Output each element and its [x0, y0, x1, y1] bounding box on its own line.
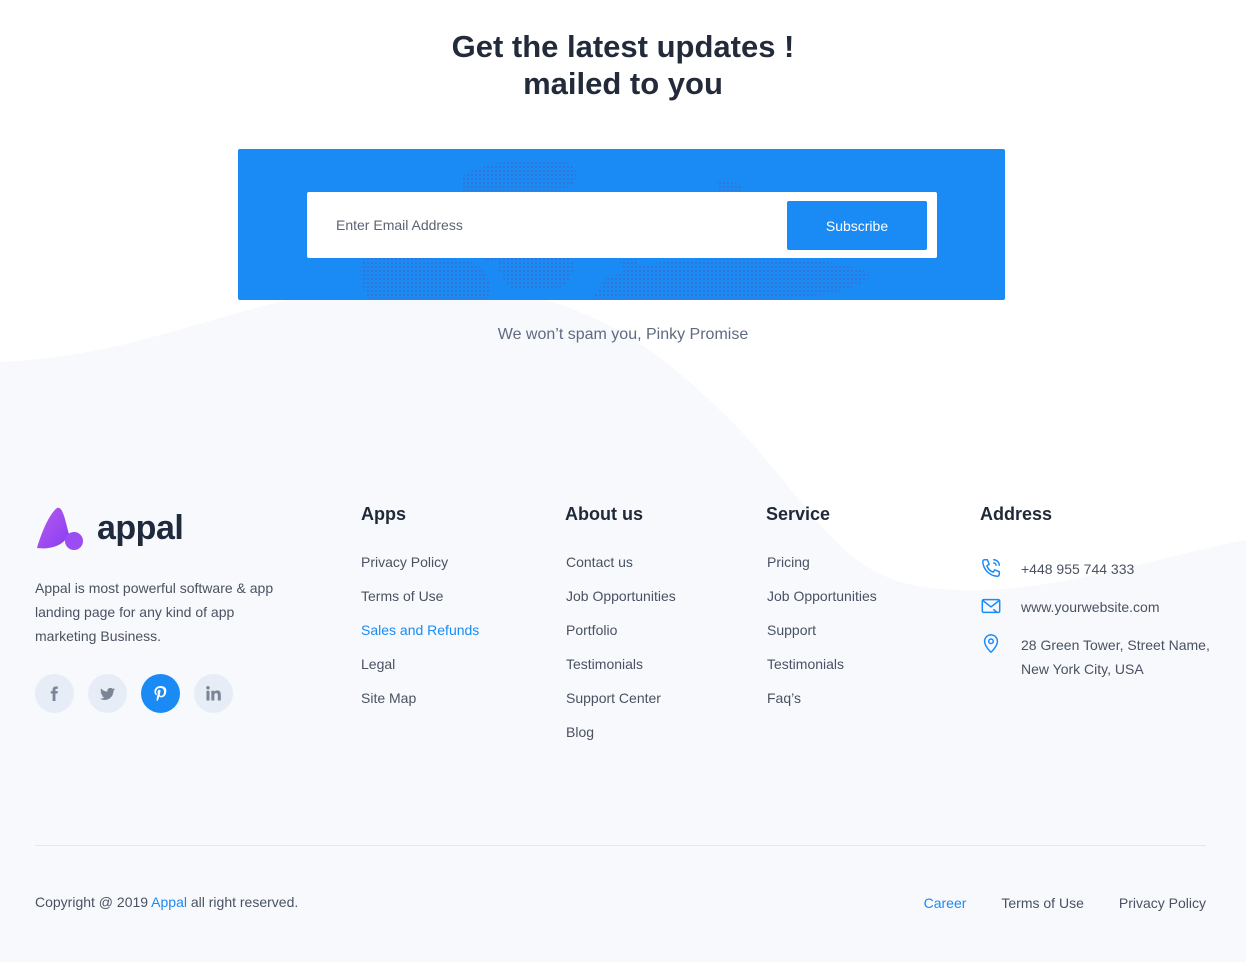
bottom-links: Career Terms of Use Privacy Policy — [924, 895, 1206, 911]
testimonials-link[interactable]: Testimonials — [566, 656, 643, 672]
legal-link[interactable]: Legal — [361, 656, 395, 672]
about-title: About us — [565, 504, 643, 524]
apps-column: Apps Privacy Policy Terms of Use Sales a… — [361, 502, 479, 723]
phone-row: +448 955 744 333 — [980, 557, 1210, 581]
brand-name: appal — [97, 509, 184, 547]
headline-line-1: Get the latest updates ! — [451, 29, 795, 64]
footer-brand: appal Appal is most powerful software & … — [35, 504, 295, 713]
list-item[interactable]: Portfolio — [566, 621, 676, 655]
site-map-link[interactable]: Site Map — [361, 690, 416, 706]
list-item[interactable]: Support — [767, 621, 877, 655]
sales-and-refunds-link[interactable]: Sales and Refunds — [361, 622, 479, 638]
list-item[interactable]: Job Opportunities — [566, 587, 676, 621]
list-item[interactable]: Legal — [361, 655, 479, 689]
phone-number[interactable]: +448 955 744 333 — [1021, 557, 1134, 581]
copyright-suffix: all right reserved. — [186, 894, 299, 910]
terms-of-use-link[interactable]: Terms of Use — [1001, 895, 1083, 911]
street-line: 28 Green Tower, Street Name, — [1021, 637, 1210, 653]
support-center-link[interactable]: Support Center — [566, 690, 661, 706]
city-line: New York City, USA — [1021, 661, 1144, 677]
pricing-link[interactable]: Pricing — [767, 554, 810, 570]
contact-us-link[interactable]: Contact us — [566, 554, 633, 570]
copyright: Copyright @ 2019 Appal all right reserve… — [35, 894, 298, 910]
linkedin-link[interactable] — [194, 674, 233, 713]
email-input[interactable] — [307, 192, 777, 258]
list-item[interactable]: Support Center — [566, 689, 676, 723]
brand-description: Appal is most powerful software & app la… — [35, 580, 274, 644]
list-item[interactable]: Testimonials — [566, 655, 676, 689]
testimonials-link[interactable]: Testimonials — [767, 656, 844, 672]
headline-line-2: mailed to you — [523, 66, 723, 101]
service-title: Service — [766, 504, 831, 524]
pinterest-icon — [154, 686, 167, 701]
pinterest-link[interactable] — [141, 674, 180, 713]
subscribe-form: Subscribe — [307, 192, 937, 258]
facebook-icon — [50, 686, 58, 701]
list-item[interactable]: Pricing — [767, 553, 877, 587]
list-item[interactable]: Terms of Use — [361, 587, 479, 621]
location-row: 28 Green Tower, Street Name, New York Ci… — [980, 633, 1210, 681]
street-address: 28 Green Tower, Street Name, New York Ci… — [1021, 633, 1210, 681]
about-column: About us Contact us Job Opportunities Po… — [565, 502, 676, 757]
list-item[interactable]: Contact us — [566, 553, 676, 587]
website-row: www.yourwebsite.com — [980, 595, 1210, 619]
support-link[interactable]: Support — [767, 622, 816, 638]
service-links: Pricing Job Opportunities Support Testim… — [766, 553, 877, 723]
logo[interactable]: appal — [35, 504, 295, 552]
terms-of-use-link[interactable]: Terms of Use — [361, 588, 443, 604]
footer-divider — [35, 845, 1206, 846]
location-pin-icon — [983, 634, 999, 653]
about-links: Contact us Job Opportunities Portfolio T… — [565, 553, 676, 757]
list-item[interactable]: Testimonials — [767, 655, 877, 689]
list-item[interactable]: Sales and Refunds — [361, 621, 479, 655]
list-item[interactable]: Blog — [566, 723, 676, 757]
blog-link[interactable]: Blog — [566, 724, 594, 740]
email-icon — [981, 598, 1001, 614]
twitter-link[interactable] — [88, 674, 127, 713]
service-column: Service Pricing Job Opportunities Suppor… — [766, 502, 877, 723]
job-opportunities-link[interactable]: Job Opportunities — [566, 588, 676, 604]
address-column: Address +448 955 744 333 www.yourwebsite… — [980, 502, 1210, 695]
privacy-policy-link[interactable]: Privacy Policy — [1119, 895, 1206, 911]
copyright-brand-link[interactable]: Appal — [151, 894, 187, 910]
apps-title: Apps — [361, 504, 406, 524]
twitter-icon — [100, 687, 115, 700]
apps-links: Privacy Policy Terms of Use Sales and Re… — [361, 553, 479, 723]
list-item[interactable]: Faq’s — [767, 689, 877, 723]
linkedin-icon — [206, 686, 221, 701]
career-link[interactable]: Career — [924, 895, 967, 911]
list-item[interactable]: Privacy Policy — [361, 553, 479, 587]
faqs-link[interactable]: Faq’s — [767, 690, 801, 706]
address-title: Address — [980, 504, 1053, 524]
website-link[interactable]: www.yourwebsite.com — [1021, 595, 1160, 619]
job-opportunities-link[interactable]: Job Opportunities — [767, 588, 877, 604]
page: Get the latest updates ! mailed to you E… — [0, 0, 1246, 962]
list-item[interactable]: Job Opportunities — [767, 587, 877, 621]
spam-note: We won’t spam you, Pinky Promise — [497, 326, 749, 343]
privacy-policy-link[interactable]: Privacy Policy — [361, 554, 448, 570]
subscribe-panel: Subscribe — [238, 149, 1005, 300]
list-item[interactable]: Site Map — [361, 689, 479, 723]
facebook-link[interactable] — [35, 674, 74, 713]
subscribe-button[interactable]: Subscribe — [787, 201, 927, 250]
portfolio-link[interactable]: Portfolio — [566, 622, 617, 638]
appal-logo-icon — [37, 507, 83, 550]
copyright-prefix: Copyright @ 2019 — [35, 894, 152, 910]
social-links — [35, 674, 295, 713]
phone-icon — [982, 559, 1000, 577]
newsletter-headline: Get the latest updates ! mailed to you — [0, 28, 1246, 102]
